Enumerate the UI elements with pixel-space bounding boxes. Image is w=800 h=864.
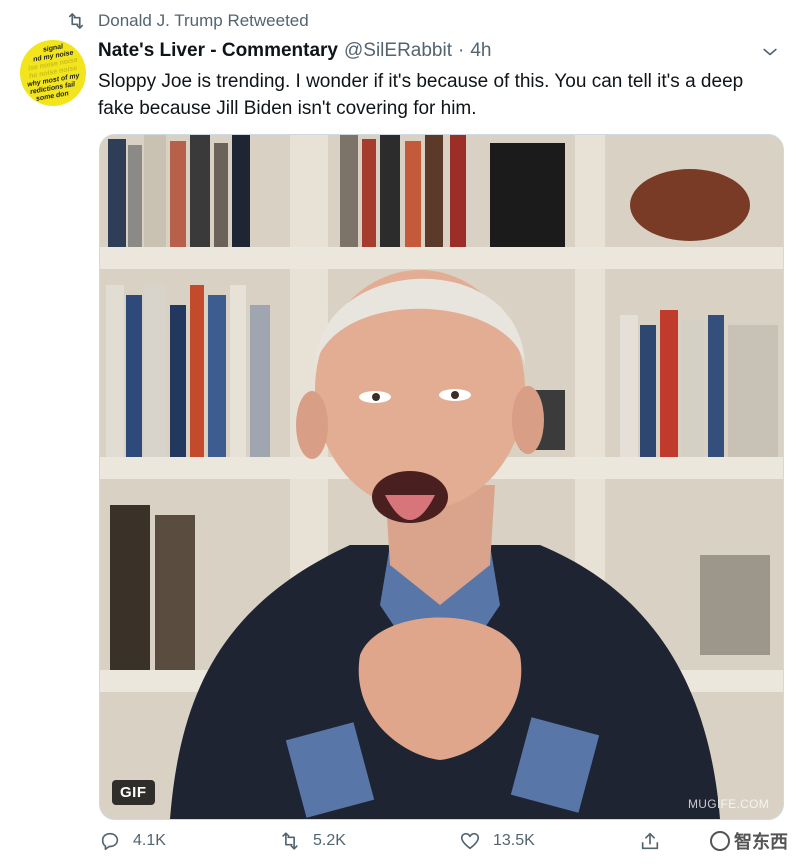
gif-frame-image xyxy=(100,135,783,819)
author-handle[interactable]: @SilERabbit xyxy=(344,40,452,62)
retweet-label: Donald J. Trump Retweeted xyxy=(98,11,309,30)
retweet-count: 5.2K xyxy=(313,832,346,849)
retweet-icon xyxy=(68,13,84,29)
tweet-header: Nate's Liver - Commentary @SilERabbit · … xyxy=(98,40,491,62)
logo-icon xyxy=(710,831,730,851)
separator-dot: · xyxy=(458,40,465,61)
tweet-actions: 4.1K 5.2K 13.5K xyxy=(99,830,689,852)
chevron-down-icon[interactable] xyxy=(760,42,780,62)
gif-badge: GIF xyxy=(112,780,155,805)
reply-icon xyxy=(101,832,119,851)
share-button[interactable] xyxy=(639,830,679,852)
site-logo-text: 智东西 xyxy=(734,832,788,852)
tweet-timestamp[interactable]: 4h xyxy=(470,40,491,62)
tweet-text: Sloppy Joe is trending. I wonder if it's… xyxy=(98,71,744,119)
reply-count: 4.1K xyxy=(133,832,166,849)
tweet-media-gif[interactable]: GIF MUGIFE.COM xyxy=(99,134,784,820)
like-count: 13.5K xyxy=(493,832,535,849)
retweet-context[interactable]: Donald J. Trump Retweeted xyxy=(66,11,309,31)
like-button[interactable]: 13.5K xyxy=(459,830,639,852)
avatar[interactable]: signal nd my noise ise noise noise he no… xyxy=(20,40,86,106)
share-icon xyxy=(641,832,659,850)
retweet-button[interactable]: 5.2K xyxy=(279,830,459,852)
author-name[interactable]: Nate's Liver - Commentary xyxy=(98,40,338,62)
media-watermark: MUGIFE.COM xyxy=(688,797,769,811)
retweet-icon xyxy=(282,832,298,850)
site-watermark-logo: 智东西 xyxy=(710,828,788,854)
reply-button[interactable]: 4.1K xyxy=(99,830,279,852)
heart-icon xyxy=(460,832,480,850)
